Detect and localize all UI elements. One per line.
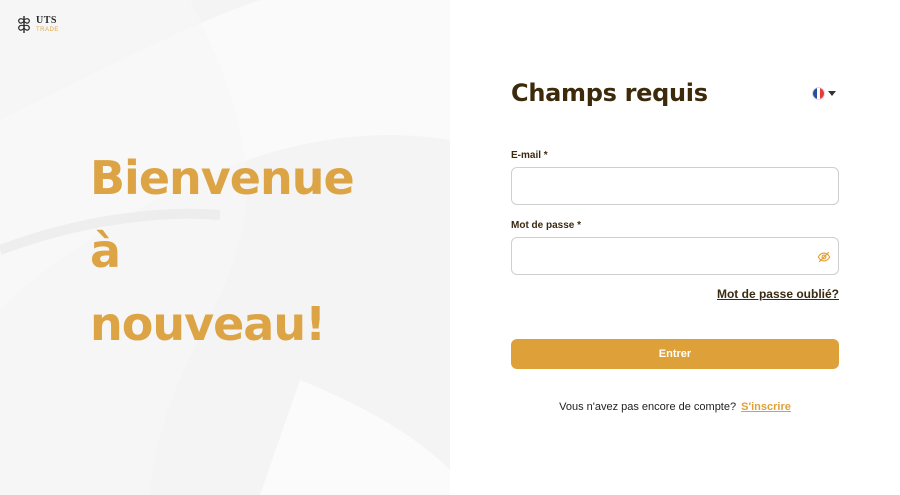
flag-france-icon [812, 87, 825, 100]
eye-slash-icon[interactable] [817, 250, 831, 264]
password-field-wrapper [511, 237, 839, 275]
chevron-down-icon [828, 91, 836, 96]
password-label: Mot de passe * [511, 220, 582, 231]
signup-prompt-row: Vous n'avez pas encore de compte? S'insc… [450, 401, 900, 413]
email-label: E-mail * [511, 150, 548, 161]
brand-subtitle: TRADE [36, 26, 59, 33]
brand-logo[interactable]: UTS TRADE [16, 14, 59, 34]
signup-link[interactable]: S'inscrire [741, 401, 791, 413]
welcome-heading: Bienvenue à nouveau! [90, 142, 430, 361]
form-title: Champs requis [511, 79, 708, 107]
login-panel: Champs requis E-mail * Mot de passe * Mo… [450, 0, 900, 495]
welcome-line-2: à [90, 224, 121, 278]
welcome-panel: UTS TRADE Bienvenue à nouveau! [0, 0, 450, 495]
forgot-password-link[interactable]: Mot de passe oublié? [717, 287, 839, 301]
signup-prompt-text: Vous n'avez pas encore de compte? [559, 401, 737, 413]
language-selector[interactable] [812, 87, 836, 100]
brand-title: UTS [36, 14, 57, 26]
password-field[interactable] [512, 238, 838, 274]
email-field[interactable] [512, 168, 838, 204]
welcome-line-3: nouveau! [90, 297, 326, 351]
login-button[interactable]: Entrer [511, 339, 839, 369]
tree-logo-icon [18, 16, 30, 33]
email-field-wrapper [511, 167, 839, 205]
welcome-line-1: Bienvenue [90, 151, 355, 205]
